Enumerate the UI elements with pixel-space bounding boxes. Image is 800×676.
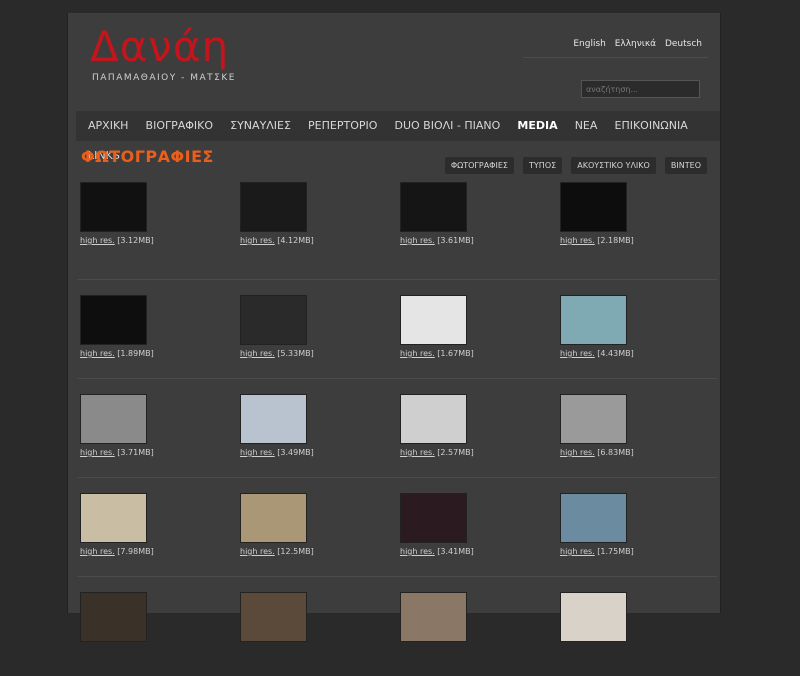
search-input[interactable] (581, 80, 700, 98)
high-res-link[interactable]: high res. (560, 547, 595, 556)
high-res-link[interactable]: high res. (80, 236, 115, 245)
photo-item (557, 591, 707, 642)
photo-item: high res. [3.41MB] (397, 492, 547, 556)
photo-item: high res. [12.5MB] (237, 492, 387, 556)
lang-german[interactable]: Deutsch (665, 39, 702, 49)
nav-item-media[interactable]: MEDIA (517, 111, 557, 141)
photo-thumbnail[interactable] (240, 182, 307, 232)
file-size: [4.12MB] (277, 236, 314, 245)
high-res-link[interactable]: high res. (240, 236, 275, 245)
file-size: [1.89MB] (117, 349, 154, 358)
section-title: ΦΩΤΟΓΡΑΦΙΕΣ (81, 147, 214, 166)
subtab-audio[interactable]: ΑΚΟΥΣΤΙΚΟ ΥΛΙΚΟ (571, 157, 656, 174)
nav-item-duo[interactable]: DUO ΒΙΟΛΙ - ΠΙΑΝΟ (395, 111, 501, 141)
photo-thumbnail[interactable] (400, 394, 467, 444)
nav-item-repertoire[interactable]: ΡΕΠΕΡΤΟΡΙΟ (308, 111, 377, 141)
high-res-link[interactable]: high res. (560, 448, 595, 457)
photo-thumbnail[interactable] (80, 295, 147, 345)
photo-thumbnail[interactable] (560, 493, 627, 543)
lang-greek[interactable]: Ελληνικά (615, 39, 656, 49)
photo-thumbnail[interactable] (560, 295, 627, 345)
photo-item: high res. [4.43MB] (557, 294, 707, 358)
media-subtabs: ΦΩΤΟΓΡΑΦΙΕΣ ΤΥΠΟΣ ΑΚΟΥΣΤΙΚΟ ΥΛΙΚΟ ΒΙΝΤΕΟ (441, 153, 707, 174)
photo-row (77, 577, 717, 676)
nav-item-home[interactable]: ΑΡΧΙΚΗ (88, 111, 128, 141)
photo-item: high res. [1.89MB] (77, 294, 227, 358)
high-res-link[interactable]: high res. (80, 547, 115, 556)
photo-item: high res. [2.18MB] (557, 181, 707, 245)
photo-thumbnail[interactable] (560, 182, 627, 232)
high-res-link[interactable]: high res. (80, 448, 115, 457)
photo-thumbnail[interactable] (400, 493, 467, 543)
divider (523, 57, 708, 58)
high-res-link[interactable]: high res. (400, 236, 435, 245)
photo-grid: high res. [3.12MB] high res. [4.12MB] hi… (77, 181, 717, 676)
high-res-link[interactable]: high res. (400, 547, 435, 556)
main-nav: ΑΡΧΙΚΗ ΒΙΟΓΡΑΦΙΚΟ ΣΥΝΑΥΛΙΕΣ ΡΕΠΕΡΤΟΡΙΟ D… (76, 111, 720, 162)
file-size: [3.61MB] (437, 236, 474, 245)
photo-item (77, 591, 227, 642)
photo-row: high res. [1.89MB] high res. [5.33MB] hi… (77, 280, 717, 379)
high-res-link[interactable]: high res. (400, 349, 435, 358)
subtab-press[interactable]: ΤΥΠΟΣ (523, 157, 563, 174)
file-size: [7.98MB] (117, 547, 154, 556)
photo-thumbnail[interactable] (240, 295, 307, 345)
high-res-link[interactable]: high res. (400, 448, 435, 457)
file-size: [6.83MB] (597, 448, 634, 457)
header: Δανάη ΠΑΠΑΜΑΘΑΙΟΥ - ΜΑΤΣΚΕ English Ελλην… (68, 13, 720, 111)
high-res-link[interactable]: high res. (240, 547, 275, 556)
lang-english[interactable]: English (573, 39, 606, 49)
file-size: [1.75MB] (597, 547, 634, 556)
photo-thumbnail[interactable] (560, 394, 627, 444)
photo-item: high res. [2.57MB] (397, 393, 547, 457)
photo-row: high res. [3.12MB] high res. [4.12MB] hi… (77, 181, 717, 280)
nav-item-concerts[interactable]: ΣΥΝΑΥΛΙΕΣ (230, 111, 291, 141)
photo-item: high res. [7.98MB] (77, 492, 227, 556)
photo-item: high res. [3.49MB] (237, 393, 387, 457)
nav-item-biography[interactable]: ΒΙΟΓΡΑΦΙΚΟ (146, 111, 214, 141)
photo-thumbnail[interactable] (240, 394, 307, 444)
language-switcher: English Ελληνικά Deutsch (567, 39, 702, 49)
file-size: [3.12MB] (117, 236, 154, 245)
photo-item (237, 591, 387, 642)
nav-item-news[interactable]: ΝΕΑ (575, 111, 598, 141)
logo[interactable]: Δανάη ΠΑΠΑΜΑΘΑΙΟΥ - ΜΑΤΣΚΕ (90, 22, 236, 84)
logo-title: Δανάη (90, 22, 230, 71)
logo-subtitle: ΠΑΠΑΜΑΘΑΙΟΥ - ΜΑΤΣΚΕ (92, 73, 236, 83)
photo-thumbnail[interactable] (400, 295, 467, 345)
photo-row: high res. [3.71MB] high res. [3.49MB] hi… (77, 379, 717, 478)
file-size: [3.71MB] (117, 448, 154, 457)
photo-thumbnail[interactable] (80, 493, 147, 543)
high-res-link[interactable]: high res. (560, 236, 595, 245)
photo-item: high res. [5.33MB] (237, 294, 387, 358)
photo-thumbnail[interactable] (240, 493, 307, 543)
photo-item: high res. [3.61MB] (397, 181, 547, 245)
photo-item: high res. [4.12MB] (237, 181, 387, 245)
photo-item: high res. [3.12MB] (77, 181, 227, 245)
photo-row: high res. [7.98MB] high res. [12.5MB] hi… (77, 478, 717, 577)
photo-thumbnail[interactable] (80, 394, 147, 444)
file-size: [4.43MB] (597, 349, 634, 358)
photo-item: high res. [1.75MB] (557, 492, 707, 556)
subtab-video[interactable]: ΒΙΝΤΕΟ (664, 157, 707, 174)
high-res-link[interactable]: high res. (80, 349, 115, 358)
nav-item-contact[interactable]: ΕΠΙΚΟΙΝΩΝΙΑ (615, 111, 688, 141)
photo-thumbnail[interactable] (80, 182, 147, 232)
file-size: [12.5MB] (277, 547, 314, 556)
photo-item: high res. [1.67MB] (397, 294, 547, 358)
file-size: [2.18MB] (597, 236, 634, 245)
high-res-link[interactable]: high res. (240, 349, 275, 358)
photo-item: high res. [6.83MB] (557, 393, 707, 457)
file-size: [1.67MB] (437, 349, 474, 358)
photo-item: high res. [3.71MB] (77, 393, 227, 457)
high-res-link[interactable]: high res. (240, 448, 275, 457)
file-size: [5.33MB] (277, 349, 314, 358)
photo-thumbnail[interactable] (400, 182, 467, 232)
file-size: [3.49MB] (277, 448, 314, 457)
photo-item (397, 591, 547, 642)
high-res-link[interactable]: high res. (560, 349, 595, 358)
subtab-photos[interactable]: ΦΩΤΟΓΡΑΦΙΕΣ (444, 157, 514, 174)
file-size: [2.57MB] (437, 448, 474, 457)
file-size: [3.41MB] (437, 547, 474, 556)
